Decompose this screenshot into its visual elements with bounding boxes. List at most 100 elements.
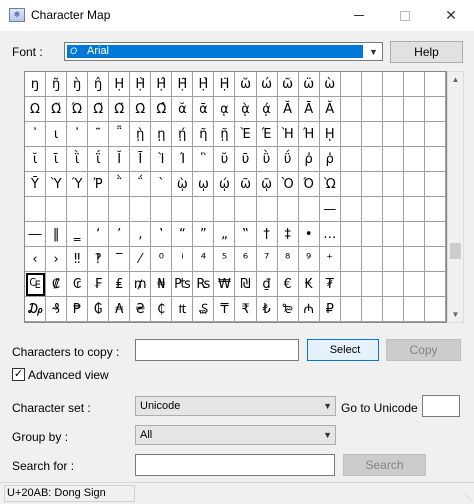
character-cell[interactable]: Ḥ̂	[151, 72, 173, 97]
character-cell[interactable]: ῢ	[256, 147, 278, 172]
chevron-down-icon[interactable]: ▼	[365, 43, 382, 60]
character-cell[interactable]	[235, 197, 257, 222]
character-cell[interactable]	[403, 122, 425, 147]
character-cell[interactable]: ᾱ	[193, 97, 215, 122]
character-cell[interactable]	[340, 297, 362, 322]
character-cell[interactable]: ῡ	[235, 147, 257, 172]
character-cell[interactable]: ῂ	[130, 122, 152, 147]
character-cell[interactable]	[109, 197, 131, 222]
character-cell[interactable]	[277, 197, 299, 222]
character-cell[interactable]	[46, 197, 68, 222]
scroll-up-icon[interactable]: ▲	[448, 72, 463, 87]
character-cell[interactable]: ΰ	[277, 147, 299, 172]
character-cell[interactable]	[298, 197, 320, 222]
character-cell[interactable]: ὼ	[319, 72, 341, 97]
character-cell[interactable]	[424, 172, 446, 197]
character-cell[interactable]: ›	[46, 247, 68, 272]
character-cell[interactable]	[424, 72, 446, 97]
resize-grip-icon[interactable]: ⋱	[464, 493, 472, 502]
character-cell[interactable]	[193, 197, 215, 222]
character-cell[interactable]: Ὲ	[235, 122, 257, 147]
character-cell[interactable]	[382, 122, 404, 147]
character-cell[interactable]	[403, 72, 425, 97]
character-cell[interactable]: ŋ	[25, 72, 47, 97]
character-cell[interactable]: ῀	[88, 122, 110, 147]
character-cell[interactable]	[214, 197, 236, 222]
character-cell[interactable]: ῥ	[319, 147, 341, 172]
character-cell[interactable]: …	[319, 222, 341, 247]
character-cell[interactable]: Ᾱ	[298, 97, 320, 122]
character-cell[interactable]: ω̆	[235, 72, 257, 97]
search-button[interactable]: Search	[343, 454, 426, 476]
character-cell[interactable]	[403, 197, 425, 222]
help-button[interactable]: Help	[390, 41, 463, 63]
character-cell[interactable]: ῁	[109, 122, 131, 147]
character-cell[interactable]	[403, 172, 425, 197]
character-cell[interactable]: Ώ	[67, 97, 89, 122]
character-cell[interactable]: ₦	[151, 272, 173, 297]
character-cell[interactable]	[382, 172, 404, 197]
character-cell[interactable]: ⁶	[235, 247, 257, 272]
character-cell[interactable]	[361, 147, 383, 172]
character-cell[interactable]	[340, 122, 362, 147]
character-cell[interactable]: ῳ	[193, 172, 215, 197]
character-cell[interactable]: ‘	[88, 222, 110, 247]
character-cell[interactable]	[361, 72, 383, 97]
character-cell[interactable]: Ί	[172, 147, 194, 172]
character-cell[interactable]: Ύ	[67, 172, 89, 197]
character-cell[interactable]	[424, 122, 446, 147]
character-cell[interactable]: ῲ	[172, 172, 194, 197]
scroll-down-icon[interactable]: ▼	[448, 307, 463, 322]
character-cell[interactable]: Έ	[256, 122, 278, 147]
character-cell[interactable]: ₺	[256, 297, 278, 322]
character-cell[interactable]: ᾴ	[256, 97, 278, 122]
character-cell[interactable]: ₯	[25, 297, 47, 322]
character-cell[interactable]: ₷	[193, 297, 215, 322]
character-cell[interactable]	[424, 247, 446, 272]
character-cell[interactable]: •	[298, 222, 320, 247]
character-cell[interactable]	[424, 297, 446, 322]
character-cell[interactable]	[382, 222, 404, 247]
character-cell[interactable]: Ὸ	[277, 172, 299, 197]
scrollbar-thumb[interactable]	[450, 243, 461, 259]
character-cell[interactable]: ‽	[88, 247, 110, 272]
character-cell[interactable]	[361, 122, 383, 147]
character-cell[interactable]: ₽	[319, 297, 341, 322]
character-cell[interactable]	[151, 197, 173, 222]
character-cell[interactable]: ⁺	[319, 247, 341, 272]
character-cell[interactable]: ₵	[151, 297, 173, 322]
character-cell[interactable]: ‹	[25, 247, 47, 272]
character-cell[interactable]: ‾	[109, 247, 131, 272]
character-cell[interactable]: ⁹	[298, 247, 320, 272]
character-grid[interactable]: ŋ ŋ̃ ŋ̀ ŋ̂ Ḥ Ḥ̀ Ḥ̂ Ḥ̃ Ḥ̉ Ḥ̈ ω̆ ώ ω̃ ω̈ ὼ Ω Ω̆ Ώ Ω̃ Ω̈ Ω̇ Ω̂ ᾰ ᾱ…	[24, 71, 447, 323]
character-cell[interactable]	[361, 272, 383, 297]
character-cell[interactable]	[340, 247, 362, 272]
character-cell[interactable]	[403, 297, 425, 322]
character-cell[interactable]: ⁷	[256, 247, 278, 272]
character-cell[interactable]	[382, 147, 404, 172]
character-cell[interactable]: Ὼ	[319, 172, 341, 197]
character-cell[interactable]: ⁱ	[172, 247, 194, 272]
character-cell[interactable]: ω̈	[298, 72, 320, 97]
character-cell[interactable]	[67, 197, 89, 222]
character-cell[interactable]: Ᾰ	[277, 97, 299, 122]
character-cell[interactable]: ŋ̀	[67, 72, 89, 97]
character-cell[interactable]	[88, 197, 110, 222]
character-cell[interactable]: ῄ	[172, 122, 194, 147]
character-cell[interactable]: ”	[193, 222, 215, 247]
characters-to-copy-input[interactable]	[135, 339, 299, 361]
font-dropdown[interactable]: O Arial ▼	[64, 42, 383, 61]
character-cell[interactable]: ₢	[67, 272, 89, 297]
character-cell[interactable]: Ῡ	[25, 172, 47, 197]
character-cell[interactable]: ‖	[46, 222, 68, 247]
character-cell[interactable]	[25, 197, 47, 222]
character-set-dropdown[interactable]: Unicode ▼	[135, 396, 336, 416]
character-cell[interactable]: ‚	[130, 222, 152, 247]
character-cell[interactable]	[172, 197, 194, 222]
character-cell[interactable]: ῠ	[214, 147, 236, 172]
grid-scrollbar[interactable]: ▲ ▼	[447, 71, 464, 323]
minimize-button[interactable]	[336, 0, 382, 31]
character-cell[interactable]: ⁵	[214, 247, 236, 272]
character-cell[interactable]: Ḥ̃	[172, 72, 194, 97]
character-cell[interactable]: Ῥ	[88, 172, 110, 197]
